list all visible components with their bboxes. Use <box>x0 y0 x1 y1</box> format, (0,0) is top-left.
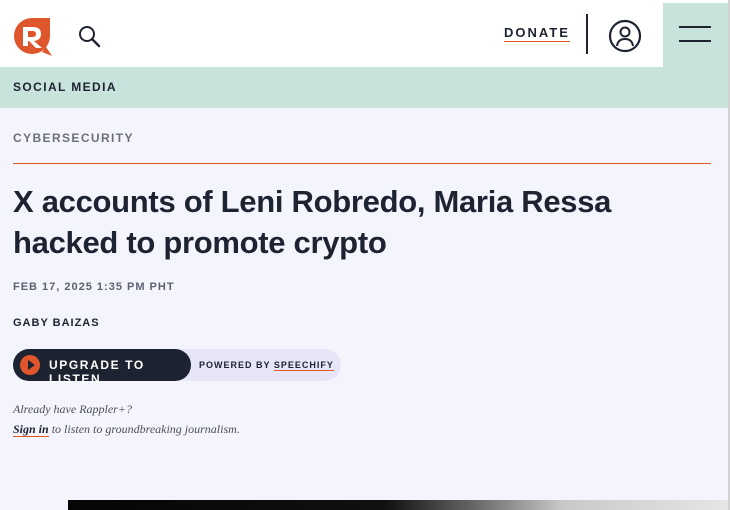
section-link-social-media[interactable]: SOCIAL MEDIA <box>13 80 117 94</box>
menu-bar-top <box>679 26 711 28</box>
page: DONATE SOCIAL MEDIA CYBERSECURITY X acco… <box>0 0 728 510</box>
powered-prefix: POWERED BY <box>199 360 274 370</box>
menu-icon[interactable] <box>663 3 728 67</box>
user-icon[interactable] <box>608 19 642 53</box>
article-title: X accounts of Leni Robredo, Maria Ressa … <box>13 184 612 260</box>
category-divider <box>13 163 711 164</box>
menu-bar-bottom <box>679 40 711 42</box>
subscription-line-2: Sign in to listen to groundbreaking jour… <box>13 419 240 439</box>
donate-link[interactable]: DONATE <box>504 25 570 42</box>
publish-date: FEB 17, 2025 1:35 PM PHT <box>13 281 175 293</box>
site-header: DONATE <box>0 3 663 67</box>
search-icon[interactable] <box>77 24 101 48</box>
article-category[interactable]: CYBERSECURITY <box>13 131 134 145</box>
author-link[interactable]: GABY BAIZAS <box>13 317 100 329</box>
hero-image <box>68 500 728 510</box>
play-icon <box>20 355 40 375</box>
header-divider <box>586 14 588 54</box>
sign-in-link[interactable]: Sign in <box>13 422 49 437</box>
upgrade-to-listen-button[interactable]: UPGRADE TO LISTEN <box>13 349 191 386</box>
subscription-line-1: Already have Rappler+? <box>13 402 132 416</box>
powered-by: POWERED BY SPEECHIFY <box>199 360 334 371</box>
audio-player: UPGRADE TO LISTEN POWERED BY SPEECHIFY <box>13 349 341 386</box>
speechify-link[interactable]: SPEECHIFY <box>273 360 334 371</box>
section-bar: SOCIAL MEDIA <box>0 67 728 108</box>
subscription-note: Already have Rappler+? Sign in to listen… <box>13 399 240 439</box>
upgrade-label: UPGRADE TO LISTEN <box>49 358 145 386</box>
rappler-logo[interactable] <box>8 15 56 57</box>
subscription-line-2-text: to listen to groundbreaking journalism. <box>48 422 240 436</box>
